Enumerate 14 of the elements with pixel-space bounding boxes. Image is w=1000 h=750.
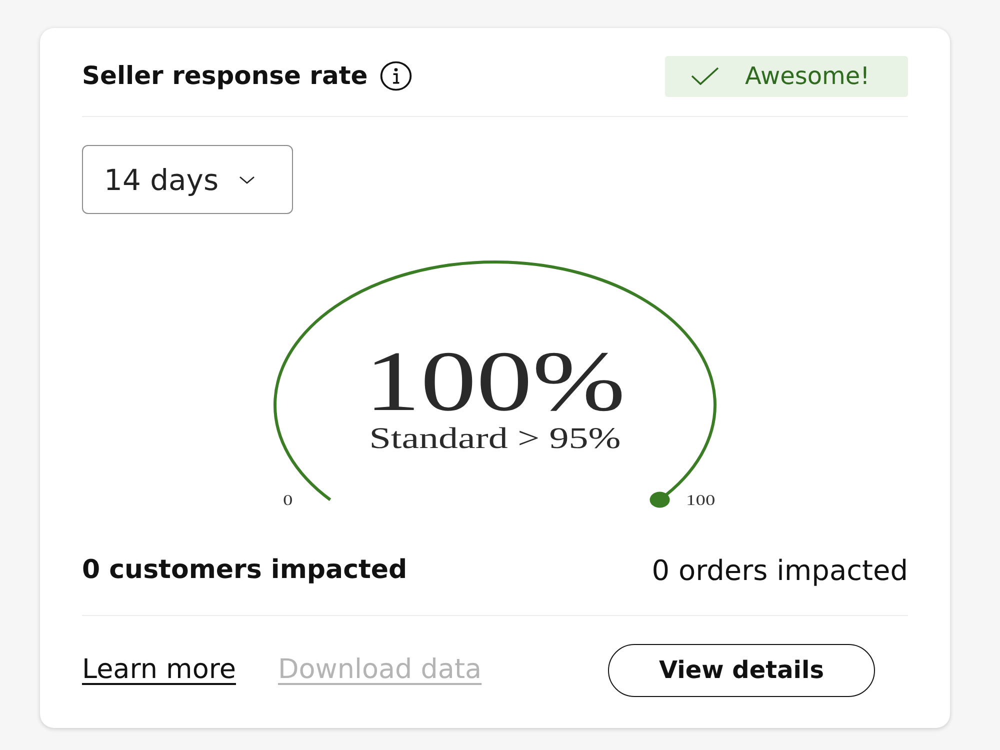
chevron-down-icon: [238, 176, 255, 184]
customers-impacted: 0 customers impacted: [82, 555, 408, 586]
period-dropdown[interactable]: 14 days: [82, 145, 293, 214]
orders-impacted: 0 orders impacted: [652, 554, 908, 588]
text-link[interactable]: Learn more: [82, 654, 236, 686]
gauge-marker-icon: [650, 492, 670, 508]
gauge-standard: Standard > 95%: [369, 421, 621, 455]
check-icon: [691, 67, 719, 85]
status-label: Awesome!: [745, 62, 870, 90]
view-details-button[interactable]: View details: [608, 644, 875, 697]
gauge-min-label: 0: [283, 492, 293, 508]
card-title: Seller response rate: [82, 61, 368, 91]
info-icon[interactable]: [380, 61, 412, 91]
gauge-max-label: 100: [686, 492, 716, 508]
